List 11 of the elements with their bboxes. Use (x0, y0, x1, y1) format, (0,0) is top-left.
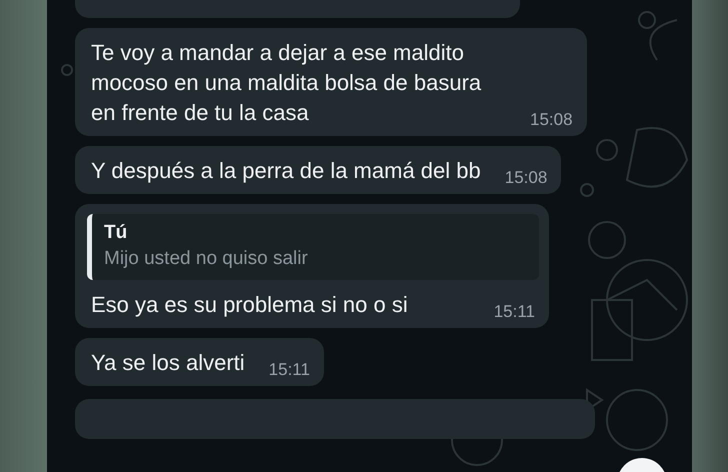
quote-author: Tú (104, 221, 128, 245)
message-time: 15:08 (504, 168, 548, 188)
round-button[interactable] (617, 458, 667, 472)
message-text: Ya se los alverti (91, 349, 245, 377)
message-text: Eso ya es su problema si no o si (91, 291, 408, 319)
message-time: 15:11 (268, 360, 310, 380)
message-text: Te voy a mandar a dejar a ese maldito mocoso en una maldita bolsa de basura en frente de tu la casa (91, 39, 482, 127)
message-time: 15:08 (530, 110, 573, 130)
quote-text: Mijo usted no quiso salir (104, 247, 309, 271)
message-text: Y después a la perra de la mamá del bb (91, 157, 481, 185)
message-time: 15:11 (494, 302, 535, 322)
